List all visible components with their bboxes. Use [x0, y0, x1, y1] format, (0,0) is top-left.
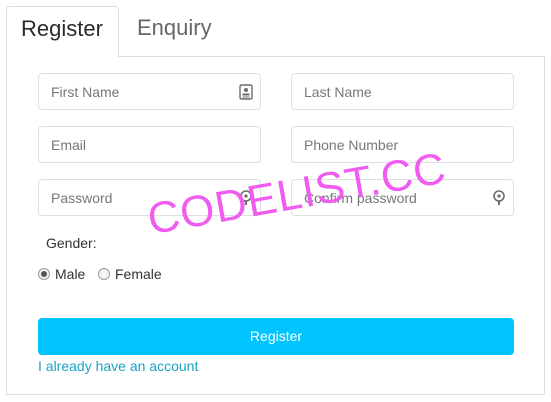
female-radio-label: Female [115, 266, 162, 282]
tab-register[interactable]: Register [6, 6, 119, 57]
male-radio[interactable] [38, 268, 50, 280]
key-icon [240, 190, 252, 205]
female-radio[interactable] [98, 268, 110, 280]
register-panel: Gender: Male Female Register I already h… [6, 56, 545, 395]
id-card-icon [239, 84, 253, 100]
phone-field[interactable] [291, 126, 514, 163]
tab-enquiry[interactable]: Enquiry [123, 6, 226, 56]
male-radio-label: Male [55, 266, 86, 282]
already-have-account-link[interactable]: I already have an account [38, 358, 198, 374]
first-name-field[interactable] [38, 73, 261, 110]
confirm-password-input[interactable] [292, 180, 513, 215]
password-input[interactable] [39, 180, 260, 215]
confirm-password-field[interactable] [291, 179, 514, 216]
last-name-field[interactable] [291, 73, 514, 110]
gender-option-male[interactable]: Male [38, 265, 85, 283]
email-input[interactable] [39, 127, 260, 162]
password-field[interactable] [38, 179, 261, 216]
email-field[interactable] [38, 126, 261, 163]
register-button[interactable]: Register [38, 318, 514, 355]
tab-bar: Register Enquiry [6, 6, 545, 57]
key-icon [493, 190, 505, 205]
gender-option-female[interactable]: Female [98, 265, 162, 283]
gender-label: Gender: [46, 235, 97, 251]
first-name-input[interactable] [39, 74, 260, 109]
phone-input[interactable] [292, 127, 513, 162]
last-name-input[interactable] [292, 74, 513, 109]
